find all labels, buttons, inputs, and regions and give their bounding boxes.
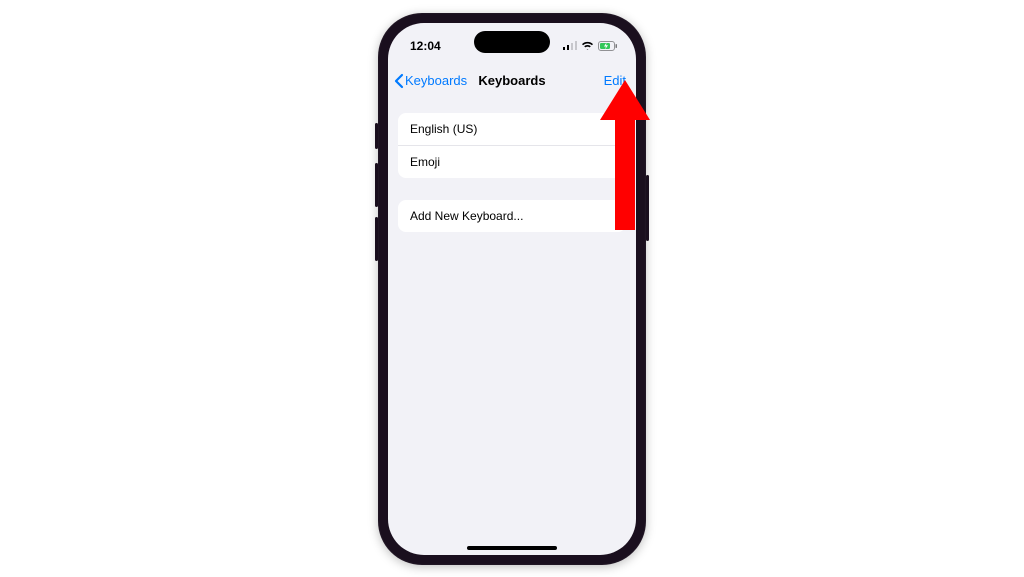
chevron-left-icon <box>394 73 404 89</box>
volume-down-button <box>375 217 378 261</box>
edit-button[interactable]: Edit <box>604 73 626 88</box>
content-area: English (US) Emoji Add New Keyboard... <box>388 99 636 232</box>
volume-up-button <box>375 163 378 207</box>
back-button[interactable]: Keyboards <box>394 73 467 89</box>
dynamic-island <box>474 31 550 53</box>
home-indicator <box>467 546 557 550</box>
keyboard-row-english[interactable]: English (US) <box>398 113 626 145</box>
keyboard-row-emoji[interactable]: Emoji <box>398 145 626 178</box>
add-keyboard-row[interactable]: Add New Keyboard... <box>398 200 626 232</box>
phone-screen: 12:04 <box>388 23 636 555</box>
power-button <box>646 175 649 241</box>
wifi-icon <box>581 41 594 50</box>
status-time: 12:04 <box>410 33 441 53</box>
back-label: Keyboards <box>405 73 467 88</box>
nav-bar: Keyboards Keyboards Edit <box>388 63 636 99</box>
battery-icon <box>598 41 618 51</box>
silence-switch <box>375 123 378 149</box>
status-indicators <box>563 35 618 51</box>
keyboard-list-group: English (US) Emoji <box>398 113 626 178</box>
phone-frame: 12:04 <box>378 13 646 565</box>
add-keyboard-group: Add New Keyboard... <box>398 200 626 232</box>
cellular-icon <box>563 41 577 50</box>
